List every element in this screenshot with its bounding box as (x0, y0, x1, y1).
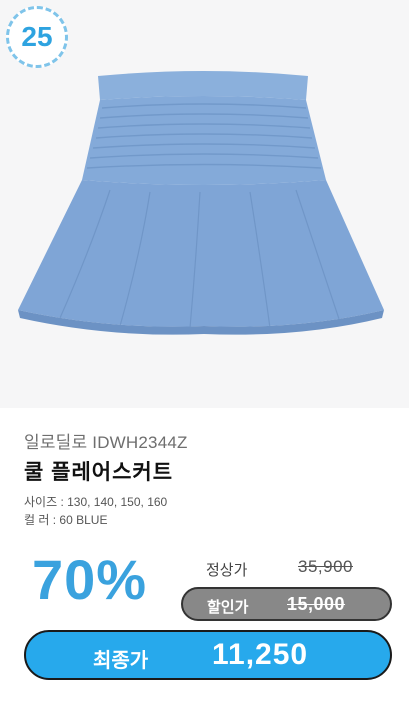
regular-price: 35,900 (298, 557, 353, 576)
size-info: 사이즈 : 130, 140, 150, 160 (24, 495, 168, 509)
skirt-illustration (18, 71, 384, 335)
rank-number: 25 (21, 21, 53, 52)
regular-price-label: 정상가 (206, 562, 248, 579)
sale-price: 15,000 (287, 594, 346, 614)
product-image[interactable]: 25 (0, 0, 409, 408)
brand-code: 일로딜로 IDWH2344Z (24, 433, 188, 452)
product-title[interactable]: 쿨 플레어스커트 (24, 456, 173, 486)
color-info: 컬 러 : 60 BLUE (24, 513, 108, 527)
final-price-label: 최종가 (93, 650, 149, 672)
sale-price-pill: 할인가 15,000 (181, 587, 392, 621)
rank-badge: 25 (6, 6, 68, 68)
final-price: 11,250 (212, 638, 309, 671)
discount-rate: 70% (32, 548, 148, 611)
final-price-button[interactable]: 최종가 11,250 (24, 630, 392, 680)
sale-price-label: 할인가 (207, 599, 249, 616)
